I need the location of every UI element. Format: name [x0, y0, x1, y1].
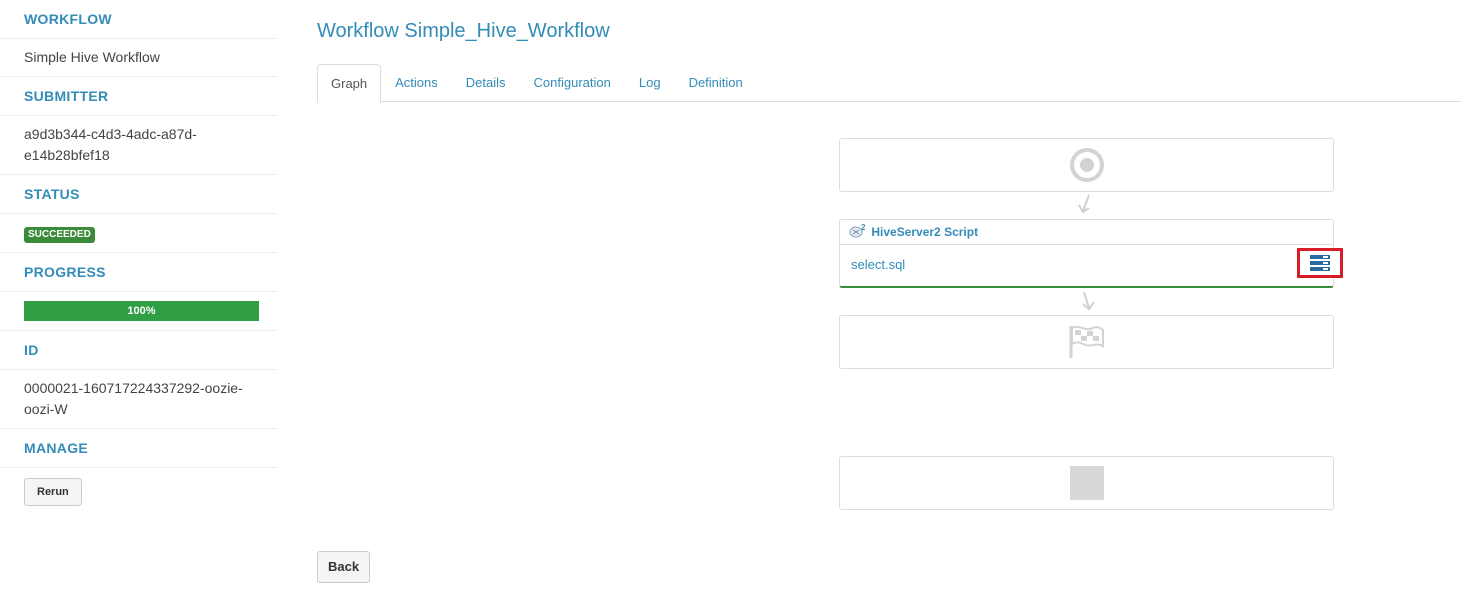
action-title: HiveServer2 Script: [871, 225, 979, 239]
status-heading: STATUS: [0, 175, 277, 214]
progress-heading: PROGRESS: [0, 253, 277, 292]
tab-graph[interactable]: Graph: [317, 64, 382, 103]
rerun-button[interactable]: Rerun: [24, 478, 82, 506]
tab-definition[interactable]: Definition: [675, 64, 757, 101]
id-value: 0000021-160717224337292-oozie- oozi-W: [0, 370, 277, 429]
action-header: 2 HiveServer2 Script: [840, 220, 1333, 245]
kill-node: [839, 456, 1334, 510]
submitter-line-2: e14b28bfef18: [24, 147, 110, 163]
submitter-heading: SUBMITTER: [0, 77, 277, 116]
submitter-line-1: a9d3b344-c4d3-4adc-a87d-: [24, 126, 197, 142]
tab-bar: Graph Actions Details Configuration Log …: [317, 64, 1461, 103]
tab-configuration[interactable]: Configuration: [520, 64, 625, 101]
tab-log[interactable]: Log: [625, 64, 675, 101]
arrow-down-icon: [1078, 194, 1090, 214]
manage-heading: MANAGE: [0, 429, 277, 468]
submitter-value: a9d3b344-c4d3-4adc-a87d- e14b28bfef18: [0, 116, 277, 175]
status-row: SUCCEEDED: [0, 214, 277, 253]
end-node: [839, 315, 1334, 369]
configuration-button[interactable]: [1297, 248, 1343, 278]
configuration-icon: [1310, 255, 1330, 271]
start-node: [839, 138, 1334, 192]
tab-actions[interactable]: Actions: [381, 64, 452, 101]
status-badge: SUCCEEDED: [24, 227, 95, 243]
id-line-2: oozi-W: [24, 401, 68, 417]
page-title: Workflow Simple_Hive_Workflow: [317, 20, 610, 42]
id-heading: ID: [0, 331, 277, 370]
progress-bar: 100%: [24, 301, 259, 321]
kill-square-icon: [1069, 466, 1104, 500]
hive-action-node[interactable]: 2 HiveServer2 Script select.sql: [839, 219, 1343, 288]
manage-row: Rerun: [0, 468, 277, 514]
start-target-icon: [1069, 148, 1104, 182]
sidebar: WORKFLOW Simple Hive Workflow SUBMITTER …: [0, 0, 277, 514]
back-button[interactable]: Back: [317, 551, 371, 583]
progress-row: 100%: [0, 292, 277, 331]
tab-details[interactable]: Details: [452, 64, 520, 101]
hive-icon: 2: [849, 223, 866, 238]
arrow-down-icon: [1082, 291, 1095, 311]
svg-text:2: 2: [861, 223, 866, 232]
workflow-heading: WORKFLOW: [0, 0, 277, 39]
end-flag-icon: [1069, 325, 1104, 358]
workflow-name: Simple Hive Workflow: [0, 39, 277, 77]
id-line-1: 0000021-160717224337292-oozie-: [24, 380, 243, 396]
action-file-link[interactable]: select.sql: [851, 257, 905, 272]
action-body: select.sql: [840, 245, 1343, 285]
